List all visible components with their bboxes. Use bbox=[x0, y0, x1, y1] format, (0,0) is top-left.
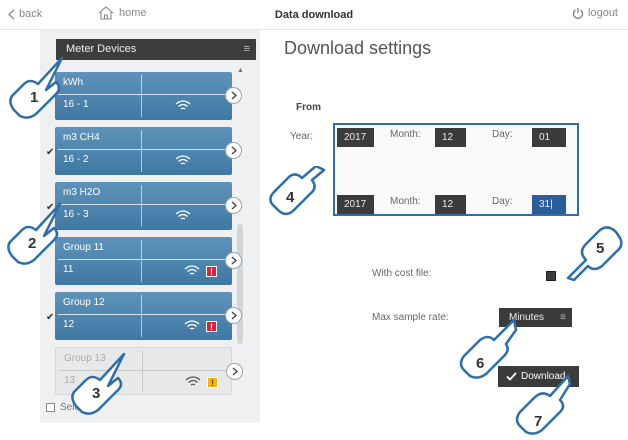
chevron-right-icon bbox=[231, 91, 237, 100]
hand-pointer-icon: 5 bbox=[566, 226, 623, 282]
to-year-input[interactable]: 2017 bbox=[337, 195, 374, 214]
marker-number: 1 bbox=[30, 89, 38, 106]
device-name: Group 12 bbox=[63, 297, 105, 308]
marker-number: 6 bbox=[476, 355, 484, 372]
check-mark-icon: ✔ bbox=[46, 147, 55, 158]
logout-label: logout bbox=[588, 7, 618, 19]
device-id: 12 bbox=[63, 319, 75, 330]
divider bbox=[58, 149, 228, 150]
divider bbox=[142, 351, 143, 393]
from-month-input[interactable]: 12 bbox=[435, 128, 466, 147]
chevron-right-icon bbox=[231, 311, 237, 320]
device-name: Group 11 bbox=[63, 242, 104, 253]
device-card-group-12[interactable]: Group 12 12 ! bbox=[55, 292, 242, 340]
device-card-group-11[interactable]: Group 11 11 ! bbox=[55, 237, 242, 285]
chevron-right-icon bbox=[231, 256, 237, 265]
chevron-right-icon bbox=[232, 367, 238, 376]
from-label: From bbox=[296, 102, 321, 113]
marker-number: 3 bbox=[92, 385, 100, 402]
menu-icon[interactable]: ≡ bbox=[244, 39, 250, 60]
device-list-scrollbar[interactable] bbox=[237, 74, 243, 404]
divider bbox=[58, 204, 228, 205]
device-card-m3-ch4[interactable]: m3 CH4 16 - 2 bbox=[55, 127, 242, 175]
logout-button[interactable]: logout bbox=[572, 7, 618, 19]
wifi-icon bbox=[175, 100, 191, 110]
marker-number: 2 bbox=[28, 235, 36, 252]
day-label: Day: bbox=[492, 129, 513, 140]
scroll-up-icon[interactable]: ▲ bbox=[237, 67, 244, 74]
wifi-icon bbox=[184, 265, 200, 275]
day-label: Day: bbox=[492, 196, 513, 207]
from-year-input[interactable]: 2017 bbox=[337, 128, 374, 147]
divider bbox=[58, 314, 228, 315]
device-id: 16 - 2 bbox=[63, 154, 89, 165]
hand-pointer-icon: 2 bbox=[7, 202, 62, 265]
divider bbox=[58, 259, 228, 260]
divider bbox=[141, 75, 142, 117]
menu-icon: ≡ bbox=[560, 312, 566, 323]
divider bbox=[141, 240, 142, 282]
divider bbox=[141, 185, 142, 227]
divider bbox=[141, 295, 142, 337]
device-name: m3 H2O bbox=[63, 187, 101, 198]
checkbox-box[interactable] bbox=[46, 403, 55, 412]
hand-pointer-icon: 1 bbox=[9, 56, 64, 119]
wifi-icon bbox=[175, 210, 191, 220]
device-details-button[interactable] bbox=[225, 142, 242, 159]
marker-number: 5 bbox=[596, 240, 604, 257]
device-name: m3 CH4 bbox=[63, 132, 100, 143]
divider bbox=[141, 130, 142, 172]
device-details-button[interactable] bbox=[226, 363, 243, 380]
wifi-icon bbox=[185, 376, 201, 386]
device-panel-header: Meter Devices ≡ bbox=[56, 39, 256, 60]
device-card-kwh[interactable]: kWh 16 - 1 bbox=[55, 72, 242, 120]
marker-number: 4 bbox=[286, 189, 295, 206]
hand-pointer-icon: 4 bbox=[269, 166, 326, 216]
to-day-input[interactable]: 31| bbox=[532, 195, 566, 214]
chevron-right-icon bbox=[231, 146, 237, 155]
divider bbox=[58, 94, 228, 95]
hand-pointer-icon: 6 bbox=[459, 318, 518, 379]
device-panel-title: Meter Devices bbox=[66, 43, 137, 55]
sample-rate-label: Max sample rate: bbox=[372, 312, 449, 323]
hand-pointer-icon: 7 bbox=[515, 374, 572, 435]
device-details-button[interactable] bbox=[225, 197, 242, 214]
from-day-input[interactable]: 01 bbox=[532, 128, 566, 147]
device-details-button[interactable] bbox=[225, 307, 242, 324]
wifi-icon bbox=[175, 155, 191, 165]
wifi-icon bbox=[184, 320, 200, 330]
power-icon bbox=[573, 8, 584, 19]
marker-number: 7 bbox=[534, 413, 542, 430]
hand-pointer-icon: 3 bbox=[71, 352, 126, 415]
check-mark-icon: ✔ bbox=[46, 312, 55, 323]
device-details-button[interactable] bbox=[225, 252, 242, 269]
month-label: Month: bbox=[390, 196, 421, 207]
top-bar: back home Data download logout bbox=[0, 0, 628, 30]
device-card-m3-h2o[interactable]: m3 H2O 16 - 3 bbox=[55, 182, 242, 230]
chevron-right-icon bbox=[231, 201, 237, 210]
alarm-badge: ! bbox=[206, 266, 217, 277]
device-id: 16 - 3 bbox=[63, 209, 89, 220]
month-label: Month: bbox=[390, 129, 421, 140]
cost-file-label: With cost file: bbox=[372, 268, 432, 279]
device-details-button[interactable] bbox=[225, 87, 242, 104]
alarm-badge: ! bbox=[207, 377, 218, 388]
cost-file-checkbox[interactable] bbox=[546, 271, 556, 281]
alarm-badge: ! bbox=[206, 321, 217, 332]
to-month-input[interactable]: 12 bbox=[435, 195, 466, 214]
settings-heading: Download settings bbox=[284, 38, 432, 58]
year-label: Year: bbox=[290, 131, 313, 142]
page-title: Data download bbox=[274, 9, 354, 21]
scrollbar-thumb[interactable] bbox=[237, 224, 243, 344]
